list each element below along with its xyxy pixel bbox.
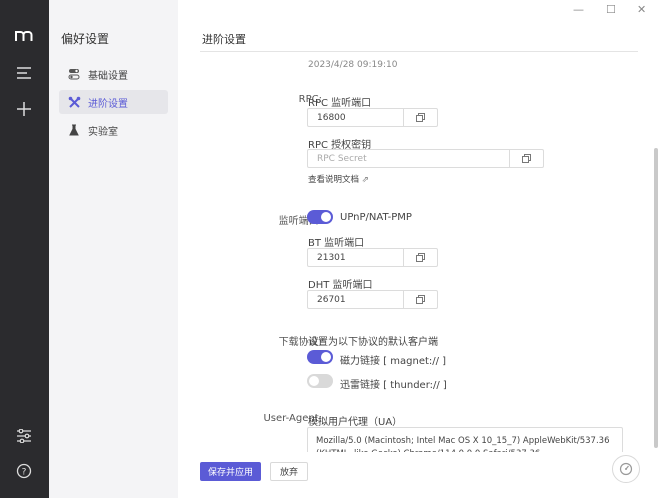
- tools-icon: [67, 95, 81, 109]
- sidebar-item-lab[interactable]: 实验室: [59, 118, 168, 142]
- rpc-secret-input[interactable]: RPC Secret: [307, 149, 544, 168]
- dice-icon[interactable]: [403, 291, 437, 308]
- help-icon[interactable]: ?: [14, 461, 34, 481]
- page-title: 进阶设置: [202, 33, 246, 46]
- toggle-icon: [67, 67, 81, 81]
- last-saved-timestamp: 2023/4/28 09:19:10: [308, 60, 398, 70]
- app-rail: ?: [0, 0, 49, 498]
- add-task-icon[interactable]: [14, 99, 34, 119]
- magnet-toggle[interactable]: [307, 350, 333, 364]
- protocol-desc: 设置为以下协议的默认客户端: [308, 337, 438, 348]
- user-agent-textarea[interactable]: Mozilla/5.0 (Macintosh; Intel Mac OS X 1…: [307, 427, 623, 452]
- minimize-button[interactable]: —: [573, 3, 584, 16]
- rpc-port-label: RPC 监听端口: [308, 98, 372, 109]
- sidebar-item-basic[interactable]: 基础设置: [59, 62, 168, 86]
- user-agent-desc: 模拟用户代理（UA）: [308, 417, 403, 428]
- footer-bar: 保存并应用 放弃: [178, 452, 660, 498]
- sidebar-title: 偏好设置: [61, 32, 110, 46]
- rpc-port-value: 16800: [317, 112, 346, 123]
- close-button[interactable]: ✕: [637, 3, 646, 16]
- lab-flask-icon: [67, 123, 81, 137]
- dht-port-value: 26701: [317, 294, 346, 305]
- sidebar-item-label: 基础设置: [88, 70, 128, 82]
- bt-port-input[interactable]: 21301: [307, 248, 438, 267]
- rpc-port-input[interactable]: 16800: [307, 108, 438, 127]
- external-link-icon: ⇗: [361, 175, 369, 185]
- magnet-label: 磁力链接 [ magnet:// ]: [340, 356, 447, 367]
- doc-link[interactable]: 查看说明文档 ⇗: [308, 173, 369, 185]
- settings-scroll-area[interactable]: 2023/4/28 09:19:10 RPC: RPC 监听端口 16800 R…: [178, 52, 660, 452]
- app-logo-icon[interactable]: [14, 26, 34, 46]
- scrollbar[interactable]: [654, 148, 658, 448]
- maximize-button[interactable]: ☐: [606, 3, 616, 16]
- thunder-toggle[interactable]: [307, 374, 333, 388]
- thunder-label: 迅雷链接 [ thunder:// ]: [340, 380, 447, 391]
- discard-button[interactable]: 放弃: [270, 462, 308, 481]
- rpc-secret-placeholder: RPC Secret: [317, 153, 367, 164]
- sidebar-item-advanced[interactable]: 进阶设置: [59, 90, 168, 114]
- preferences-sidebar: 偏好设置 基础设置 进阶设置 实验室: [49, 0, 178, 498]
- settings-panel: — ☐ ✕ 进阶设置 2023/4/28 09:19:10 RPC: RPC 监…: [178, 0, 660, 498]
- svg-text:?: ?: [22, 468, 27, 478]
- upnp-toggle[interactable]: [307, 210, 333, 224]
- dice-icon[interactable]: [403, 249, 437, 266]
- bt-port-value: 21301: [317, 252, 346, 263]
- preferences-icon[interactable]: [14, 426, 34, 446]
- upnp-label: UPnP/NAT-PMP: [340, 212, 412, 223]
- copy-icon[interactable]: [509, 150, 543, 167]
- copy-icon[interactable]: [403, 109, 437, 126]
- sidebar-item-label: 实验室: [88, 126, 118, 138]
- speedometer-icon[interactable]: [612, 455, 640, 483]
- dht-port-label: DHT 监听端口: [308, 280, 373, 291]
- dht-port-input[interactable]: 26701: [307, 290, 438, 309]
- task-list-icon[interactable]: [14, 63, 34, 83]
- save-apply-button[interactable]: 保存并应用: [200, 462, 261, 481]
- doc-link-text: 查看说明文档: [308, 175, 360, 185]
- sidebar-item-label: 进阶设置: [88, 98, 128, 110]
- bt-port-label: BT 监听端口: [308, 238, 365, 249]
